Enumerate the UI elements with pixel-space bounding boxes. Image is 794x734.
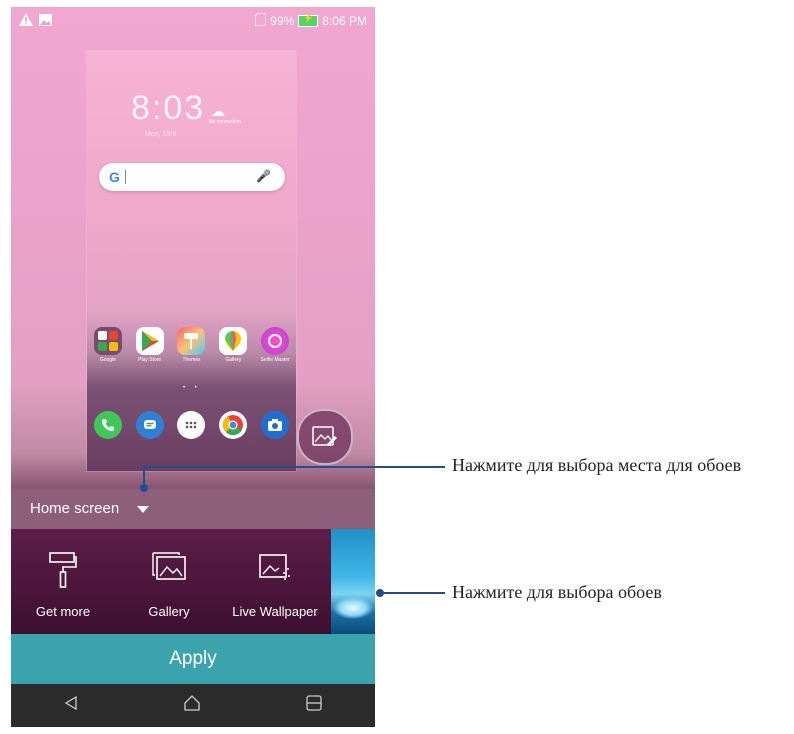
dock-camera [257,411,293,439]
chrome-icon [219,411,248,439]
callout-line-location-vertical [143,466,145,488]
back-icon[interactable] [64,695,78,715]
apply-button[interactable]: Apply [11,634,375,684]
gallery-icon [152,552,186,580]
dropdown-arrow-icon [137,506,149,513]
recent-apps-icon[interactable] [306,695,322,716]
page-indicator: • • [183,385,201,391]
edit-image-icon [312,426,337,446]
option-label: Gallery [148,604,190,619]
app-label: Selfie Master [260,357,290,363]
app-row: Google Play Store Themes Gallery Selfie … [87,327,296,363]
google-g-icon: G [109,169,120,185]
app-play-store: Play Store [132,327,168,363]
dock-chrome [215,411,251,439]
app-selfie-master: Selfie Master [257,327,293,363]
wallpaper-location-selector[interactable]: Home screen [11,489,375,529]
sd-card-icon [254,12,267,29]
app-drawer-icon [177,411,206,439]
callout-line-location [143,466,445,468]
option-label: Get more [35,604,91,619]
selfie-master-icon [261,327,290,355]
callout-line-wallpaper [380,592,445,594]
app-label: Google [99,357,116,363]
dock-messages [132,411,168,439]
google-folder-icon [93,327,122,355]
dock [87,411,296,439]
wallpaper-thumbnail-water[interactable] [331,529,375,634]
live-wallpaper-icon [259,554,290,580]
app-label: Gallery [225,357,242,363]
phone-icon [93,411,122,439]
google-search-bar: G 🎤 [99,163,285,191]
status-time: 8:06 PM [322,14,367,28]
edit-wallpaper-button[interactable] [297,409,353,465]
app-gallery: Gallery [215,327,251,363]
wallpaper-preview: 8:03 Mon, 15/9 ☁ No connection G 🎤 Googl… [87,51,296,471]
callout-wallpaper-text: Нажмите для выбора обоев [452,582,662,602]
callout-location-text: Нажмите для выбора места для обоев [452,455,742,475]
search-cursor [125,170,126,184]
image-notification-icon [39,13,52,29]
home-icon[interactable] [183,695,201,716]
gallery-option[interactable]: Gallery [119,529,219,634]
app-themes: Themes [173,327,209,363]
app-label: Themes [182,357,201,363]
preview-date: Mon, 15/9 [145,131,177,138]
gallery-app-icon [219,327,248,355]
app-label: Play Store [138,357,162,363]
wallpaper-picker: Get more Gallery Live Wallpaper [11,529,375,634]
status-bar: 99% 8:06 PM [11,7,375,33]
app-google: Google [90,327,126,363]
dock-app-drawer [173,411,209,439]
phone-screen: 99% 8:06 PM 8:03 Mon, 15/9 ☁ No connecti… [11,7,375,727]
get-more-option[interactable]: Get more [13,529,113,634]
battery-percent: 99% [270,14,295,28]
messages-icon [135,411,164,439]
dock-phone [90,411,126,439]
microphone-icon: 🎤 [256,169,271,183]
preview-weather-text: No connection [209,119,241,125]
warning-icon [19,13,33,29]
live-wallpaper-option[interactable]: Live Wallpaper [225,529,325,634]
navigation-bar [11,684,375,727]
battery-charging-icon [298,13,319,27]
preview-clock: 8:03 [131,89,206,127]
location-label: Home screen [30,500,120,517]
option-label: Live Wallpaper [232,604,318,619]
themes-icon [177,327,206,355]
play-store-icon [135,327,164,355]
paint-roller-icon [49,552,77,588]
cloud-icon: ☁ [211,103,225,119]
camera-icon [261,411,290,439]
